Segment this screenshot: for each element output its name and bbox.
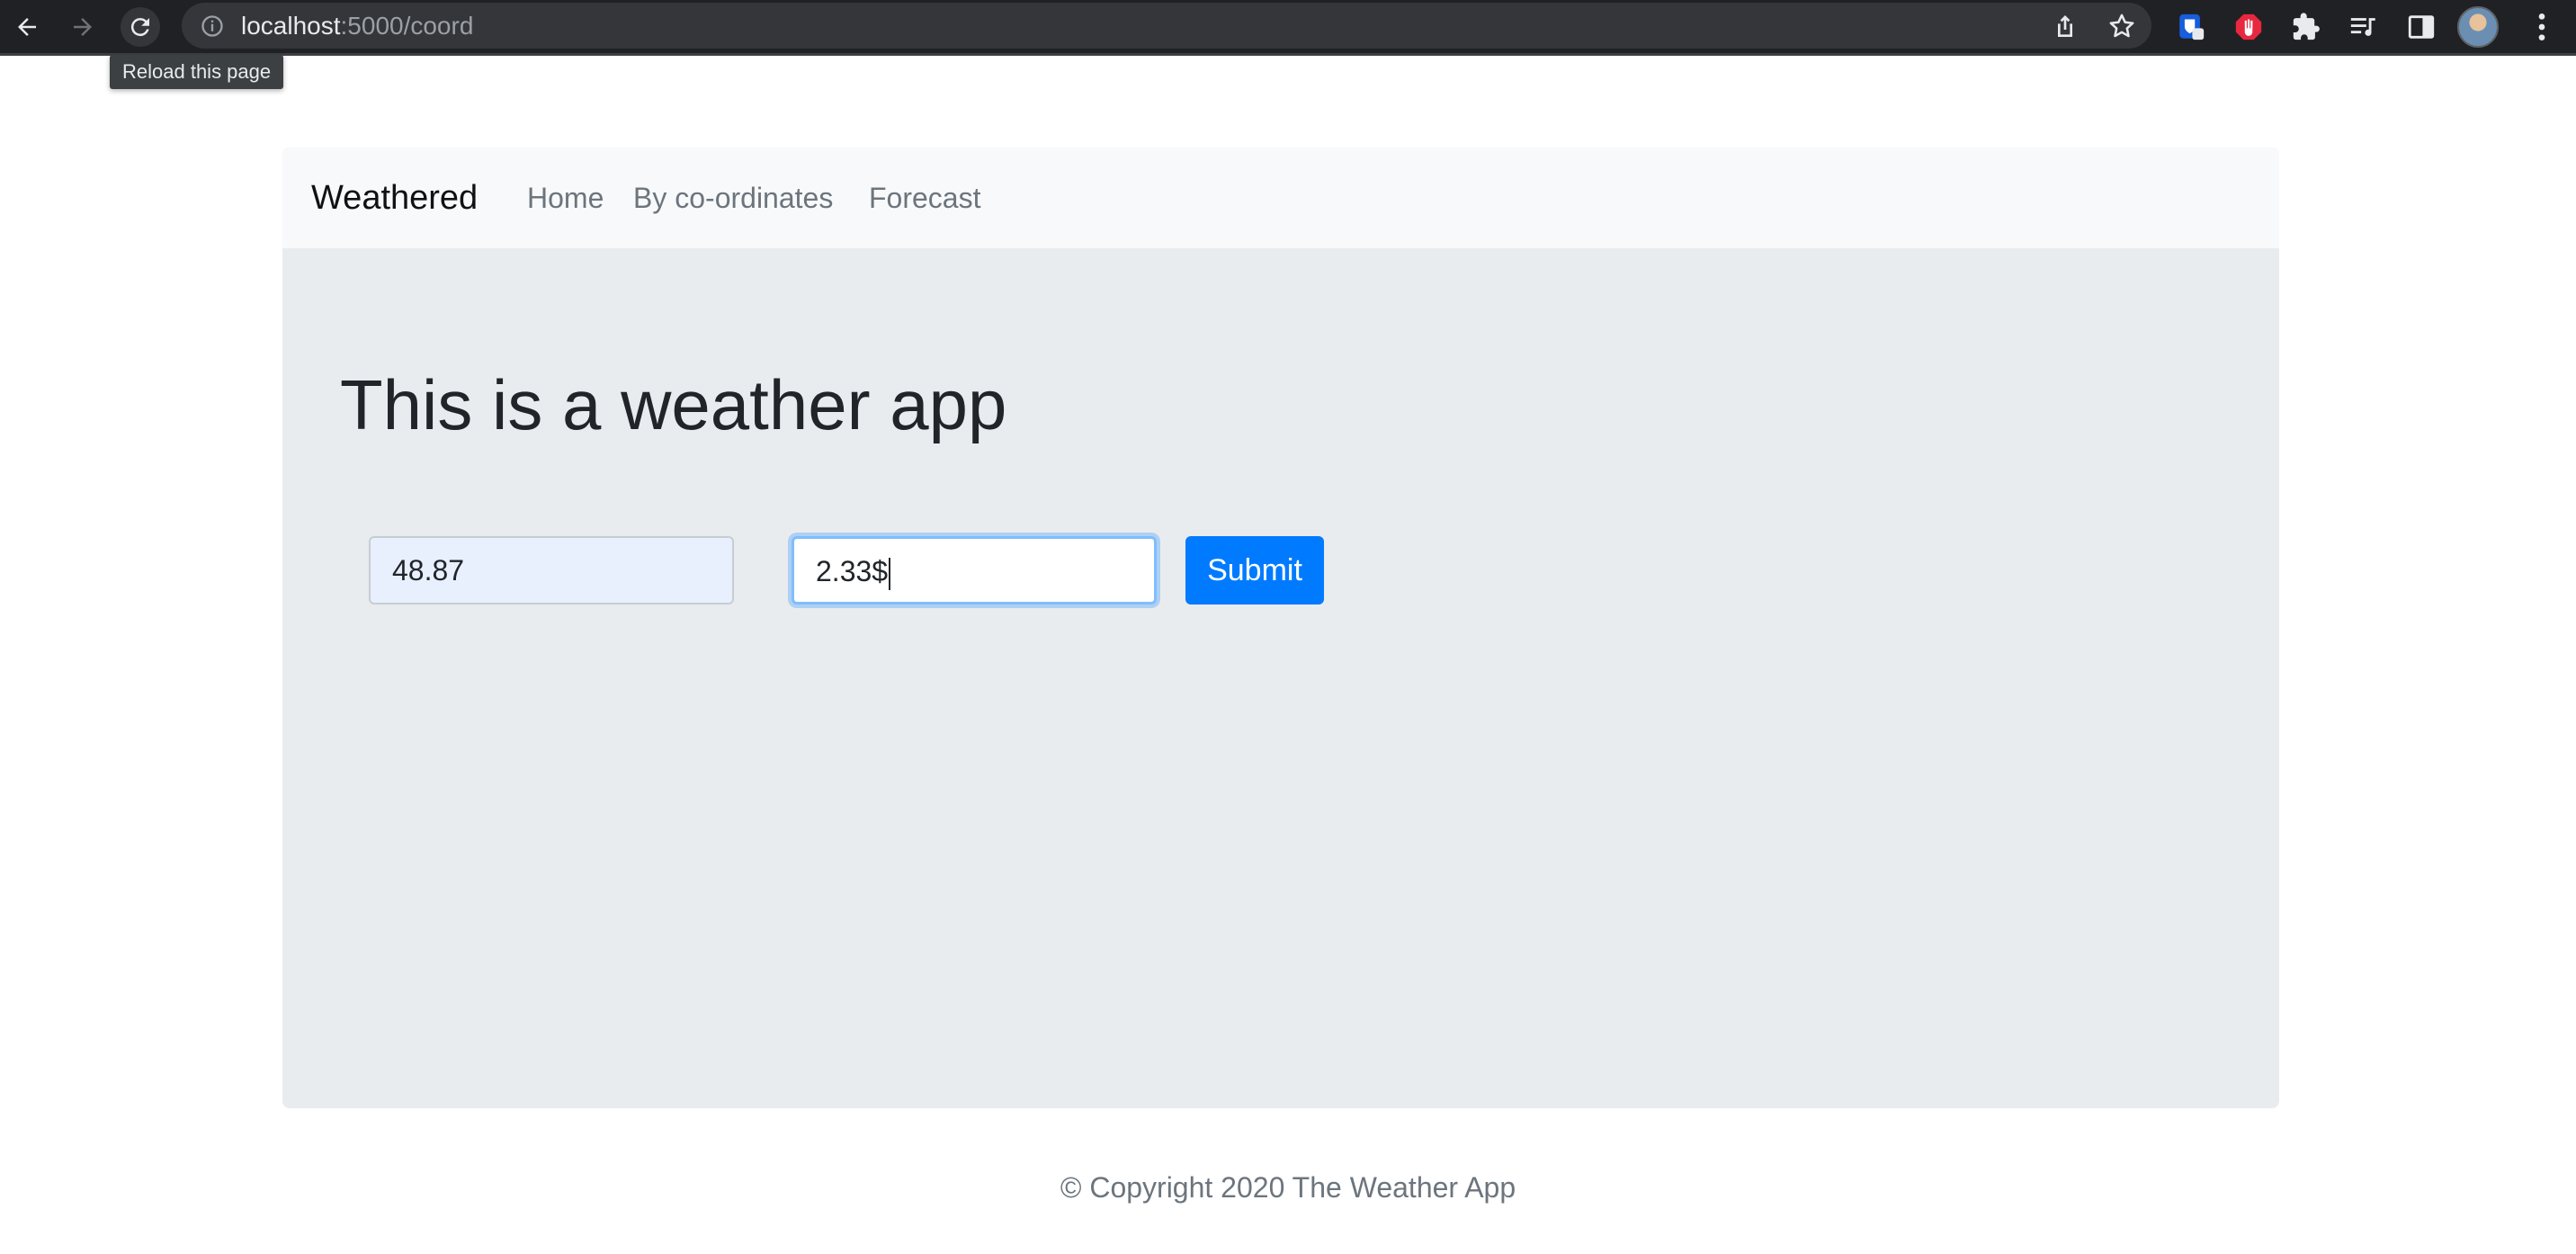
page-title: This is a weather app <box>340 365 1007 444</box>
puzzle-extensions-icon <box>2293 13 2320 40</box>
longitude-input[interactable]: 2.33$ <box>792 536 1157 605</box>
url-host: localhost <box>241 12 341 40</box>
bitwarden-extension[interactable] <box>2173 9 2209 45</box>
back-button[interactable] <box>7 7 47 47</box>
media-control-button[interactable] <box>2346 9 2382 45</box>
avatar[interactable] <box>2457 6 2499 48</box>
bitwarden-icon <box>2179 13 2205 40</box>
star-icon[interactable] <box>2106 11 2137 41</box>
reload-icon <box>130 18 149 37</box>
text-caret <box>889 557 891 590</box>
side-panel-icon <box>2408 15 2435 39</box>
info-icon[interactable] <box>200 13 225 39</box>
reload-tooltip: Reload this page <box>110 55 284 89</box>
nav-link-by-coordinates[interactable]: By co-ordinates <box>633 180 833 216</box>
adblock-icon <box>2235 13 2262 40</box>
navbar-brand[interactable]: Weathered <box>311 176 478 219</box>
forward-icon <box>74 18 92 36</box>
adblock-extension[interactable] <box>2231 9 2267 45</box>
address-bar[interactable]: localhost:5000/coord <box>182 3 2151 49</box>
browser-toolbar: localhost:5000/coord <box>0 0 2576 56</box>
kebab-menu-icon[interactable] <box>2524 9 2560 45</box>
reload-button[interactable] <box>121 7 160 47</box>
forward-button[interactable] <box>63 7 103 47</box>
jumbotron: This is a weather app 48.87 2.33$ Submit <box>282 248 2279 1108</box>
site-navbar: Weathered Home By co-ordinates Forecast <box>282 148 2279 248</box>
footer-copyright: © Copyright 2020 The Weather App <box>1060 1171 1516 1204</box>
nav-link-forecast[interactable]: Forecast <box>869 180 980 216</box>
submit-button[interactable]: Submit <box>1185 536 1324 605</box>
url-text[interactable]: localhost:5000/coord <box>241 12 473 40</box>
media-playlist-icon <box>2350 18 2375 36</box>
longitude-value: 2.33$ <box>816 555 889 587</box>
latitude-input[interactable]: 48.87 <box>369 536 734 605</box>
extensions-button[interactable] <box>2288 9 2324 45</box>
side-panel-button[interactable] <box>2403 9 2439 45</box>
latitude-value: 48.87 <box>392 554 465 587</box>
nav-link-home[interactable]: Home <box>527 180 604 216</box>
share-icon[interactable] <box>2051 12 2080 40</box>
url-path: :5000/coord <box>340 12 474 40</box>
back-icon <box>18 18 36 36</box>
